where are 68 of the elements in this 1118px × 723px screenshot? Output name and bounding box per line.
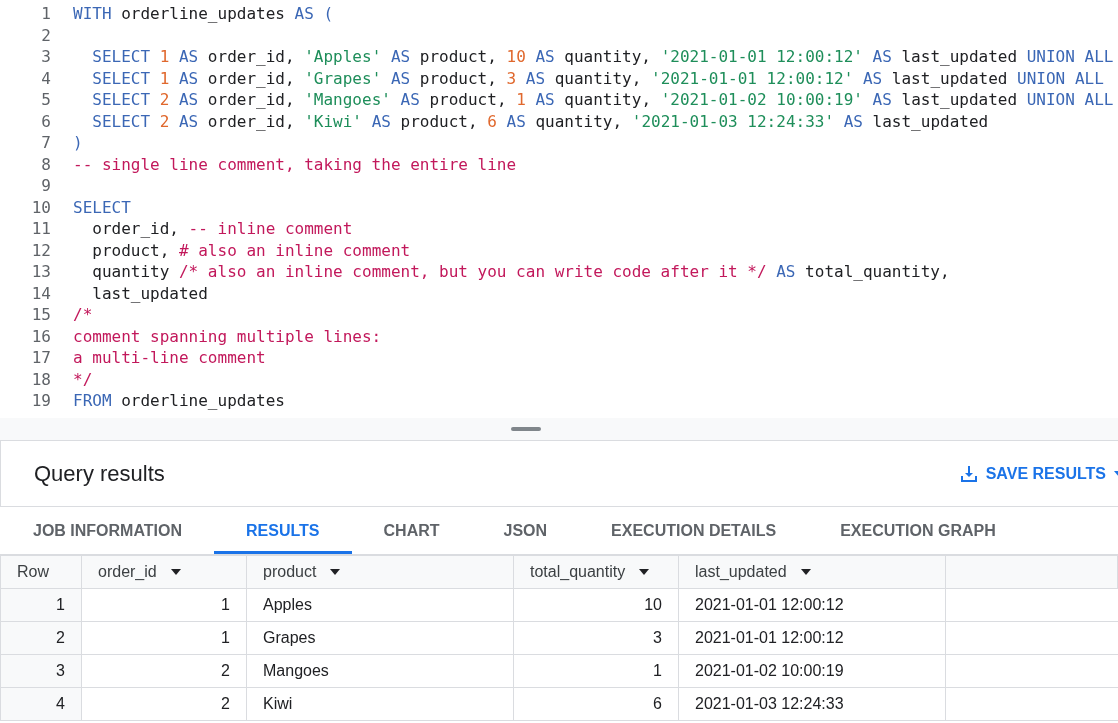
code-line: SELECT 2 AS order_id, 'Kiwi' AS product, 6 AS quantity, '2021-01-03 12:24:33' AS last_updated xyxy=(91,110,989,132)
table-cell: Apples xyxy=(246,588,514,622)
table-cell: 1 xyxy=(513,654,679,688)
code-line: WITH orderline_updates AS ( xyxy=(73,3,334,25)
code-line: -- single line comment, taking the entire line xyxy=(73,153,517,175)
table-cell: 1 xyxy=(81,588,247,622)
tab[interactable]: JOB INFORMATION xyxy=(1,507,215,554)
line-number: 14 xyxy=(30,282,51,304)
table-cell: 2 xyxy=(81,687,247,721)
code-line: comment spanning multiple lines: xyxy=(73,325,382,347)
line-number: 7 xyxy=(40,132,51,154)
row-number: 1 xyxy=(0,588,82,622)
code-line: FROM orderline_updates xyxy=(73,390,285,412)
table-cell: 6 xyxy=(513,687,679,721)
line-number: 11 xyxy=(30,218,51,240)
line-number: 5 xyxy=(40,89,51,111)
table-cell: Mangoes xyxy=(246,654,514,688)
line-number: 17 xyxy=(30,347,51,369)
line-number: 1 xyxy=(40,3,51,25)
tab[interactable]: EXECUTION DETAILS xyxy=(579,507,809,554)
table-cell: 3 xyxy=(513,621,679,655)
save-results-button[interactable]: SAVE RESULTS xyxy=(959,464,1118,483)
line-number: 15 xyxy=(30,304,51,326)
line-number: 13 xyxy=(30,261,51,283)
code-line: ) xyxy=(73,132,83,154)
line-number: 10 xyxy=(30,196,51,218)
row-number: 2 xyxy=(0,621,82,655)
table-cell: 2021-01-03 12:24:33 xyxy=(678,687,946,721)
tab[interactable]: JSON xyxy=(471,507,580,554)
code-line: SELECT xyxy=(73,196,131,218)
code-line: SELECT 1 AS order_id, 'Apples' AS product, 10 AS quantity, '2021-01-01 12:00:12' AS last_updated UNION ALL xyxy=(91,46,1114,68)
code-line: /* xyxy=(73,304,93,326)
table-cell: 2 xyxy=(81,654,247,688)
code-line: product, # also an inline comment xyxy=(91,239,411,261)
column-header: Row xyxy=(0,555,82,589)
column-header[interactable]: total_quantity xyxy=(513,555,679,589)
line-number: 2 xyxy=(40,24,51,46)
code-line: */ xyxy=(73,368,93,390)
table-cell: 1 xyxy=(81,621,247,655)
tab[interactable]: EXECUTION GRAPH xyxy=(808,507,1028,554)
column-header[interactable]: order_id xyxy=(81,555,247,589)
line-number: 3 xyxy=(40,46,51,68)
row-number: 3 xyxy=(0,654,82,688)
line-number: 18 xyxy=(30,368,51,390)
code-line: order_id, -- inline comment xyxy=(91,218,353,240)
code-line: last_updated xyxy=(91,282,208,304)
column-header[interactable]: last_updated xyxy=(678,555,946,589)
table-cell: 2021-01-02 10:00:19 xyxy=(678,654,946,688)
line-number: 19 xyxy=(30,390,51,412)
column-header[interactable]: product xyxy=(246,555,514,589)
table-cell: 2021-01-01 12:00:12 xyxy=(678,621,946,655)
table-cell: 2021-01-01 12:00:12 xyxy=(678,588,946,622)
code-line: quantity /* also an inline comment, but you can write code after it */ AS total_quantity, xyxy=(91,261,950,283)
table-cell: 10 xyxy=(513,588,679,622)
code-line: a multi-line comment xyxy=(73,347,266,369)
table-cell: Kiwi xyxy=(246,687,514,721)
row-number: 4 xyxy=(0,687,82,721)
line-number: 16 xyxy=(30,325,51,347)
line-number: 6 xyxy=(40,110,51,132)
code-line: SELECT 2 AS order_id, 'Mangoes' AS product, 1 AS quantity, '2021-01-02 10:00:19' AS last_updated UNION ALL xyxy=(91,89,1114,111)
line-number: 9 xyxy=(40,175,51,197)
line-number: 12 xyxy=(30,239,51,261)
table-cell: Grapes xyxy=(246,621,514,655)
line-number: 4 xyxy=(40,67,51,89)
line-number: 8 xyxy=(40,153,51,175)
code-line: SELECT 1 AS order_id, 'Grapes' AS product, 3 AS quantity, '2021-01-01 12:00:12' AS last_updated UNION ALL xyxy=(91,67,1104,89)
tab[interactable]: CHART xyxy=(351,507,472,554)
panel-title: Query results xyxy=(34,460,165,487)
